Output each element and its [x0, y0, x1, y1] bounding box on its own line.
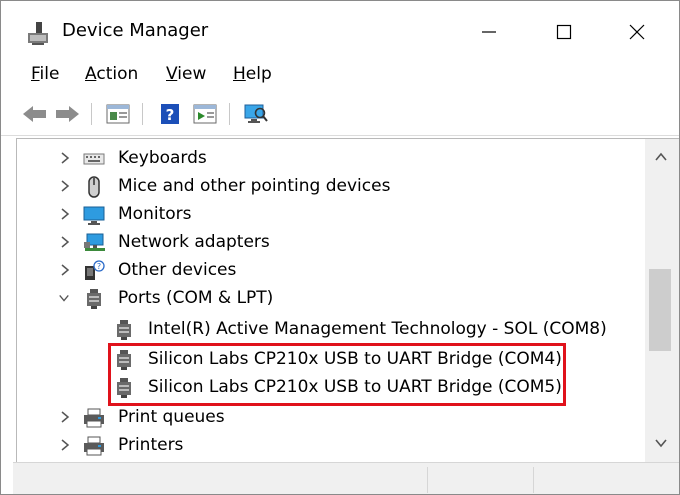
tree-item-label: Print queues — [118, 407, 225, 427]
toolbar-separator — [142, 103, 143, 125]
toolbar-separator — [229, 103, 230, 125]
svg-text:?: ? — [166, 106, 175, 124]
menu-file-rest: ile — [39, 64, 60, 84]
device-manager-icon — [26, 19, 54, 47]
chevron-right-icon[interactable] — [59, 179, 71, 193]
help-icon: ? — [161, 104, 179, 124]
update-driver-icon — [193, 104, 217, 124]
maximize-icon — [556, 24, 572, 40]
tree-item-keyboards[interactable]: Keyboards — [17, 144, 645, 172]
menu-action-accel: A — [85, 64, 97, 84]
device-tree: Keyboards Mice and other pointing device… — [16, 138, 645, 462]
close-button[interactable] — [601, 7, 673, 57]
keyboard-icon — [83, 153, 105, 165]
device-manager-window: Device Manager File Action View Help ? K… — [0, 0, 680, 495]
status-pane-divider — [533, 467, 534, 493]
menu-action[interactable]: Action — [85, 64, 138, 84]
toolbar-separator — [91, 103, 92, 125]
vertical-scrollbar[interactable] — [645, 138, 679, 462]
chevron-right-icon[interactable] — [59, 438, 71, 452]
window-title: Device Manager — [62, 20, 209, 41]
status-pane-divider — [427, 467, 428, 493]
close-icon — [629, 24, 645, 40]
forward-arrow-icon — [56, 106, 79, 122]
tree-item-label: Other devices — [118, 260, 237, 280]
tree-item-label: Keyboards — [118, 148, 207, 168]
printer-icon — [84, 436, 104, 456]
tree-item-label: Intel(R) Active Management Technology - … — [148, 319, 607, 339]
update-driver-button[interactable] — [191, 101, 219, 127]
menu-help-rest: elp — [245, 64, 272, 84]
tree-item-other-devices[interactable]: ? Other devices — [17, 256, 645, 284]
scroll-down-arrow-icon[interactable] — [653, 437, 669, 449]
maximize-button[interactable] — [528, 7, 600, 57]
back-button[interactable] — [21, 101, 49, 127]
menu-view-accel: V — [166, 64, 178, 84]
tree-item-label: Silicon Labs CP210x USB to UART Bridge (… — [148, 377, 562, 397]
properties-button[interactable] — [104, 101, 132, 127]
chevron-right-icon[interactable] — [59, 151, 71, 165]
scan-hardware-icon — [244, 104, 268, 123]
tree-item-label: Ports (COM & LPT) — [118, 288, 274, 308]
tree-item-silicon-labs-com5[interactable]: Silicon Labs CP210x USB to UART Bridge (… — [17, 373, 645, 401]
chevron-right-icon[interactable] — [59, 207, 71, 221]
svg-text:?: ? — [97, 262, 101, 271]
toolbar: ? — [1, 93, 679, 136]
help-button[interactable]: ? — [156, 101, 184, 127]
tree-item-intel-amt-sol-com8[interactable]: Intel(R) Active Management Technology - … — [17, 315, 645, 343]
scroll-up-arrow-icon[interactable] — [653, 151, 669, 163]
printer-icon — [84, 408, 104, 428]
tree-item-label: Network adapters — [118, 232, 270, 252]
tree-item-printers[interactable]: Printers — [17, 431, 645, 459]
tree-item-label: Silicon Labs CP210x USB to UART Bridge (… — [148, 349, 562, 369]
tree-item-network-adapters[interactable]: Network adapters — [17, 228, 645, 256]
tree-item-mice[interactable]: Mice and other pointing devices — [17, 172, 645, 200]
minimize-icon — [482, 31, 496, 33]
tree-item-ports[interactable]: Ports (COM & LPT) — [17, 284, 645, 312]
chevron-down-icon[interactable] — [58, 291, 70, 305]
menu-view[interactable]: View — [166, 64, 206, 84]
menu-bar: File Action View Help — [1, 57, 679, 91]
network-adapter-icon — [84, 233, 105, 251]
port-icon — [117, 350, 131, 370]
chevron-right-icon[interactable] — [59, 410, 71, 424]
menu-file[interactable]: File — [31, 64, 59, 84]
menu-action-rest: ction — [96, 64, 139, 84]
tree-item-label: Monitors — [118, 204, 192, 224]
properties-icon — [106, 104, 130, 124]
tree-item-label: Mice and other pointing devices — [118, 176, 391, 196]
tree-item-print-queues[interactable]: Print queues — [17, 403, 645, 431]
tree-item-silicon-labs-com4[interactable]: Silicon Labs CP210x USB to UART Bridge (… — [17, 345, 645, 373]
port-icon — [117, 378, 131, 398]
status-bar — [13, 462, 679, 494]
menu-view-rest: iew — [177, 64, 207, 84]
back-arrow-icon — [23, 106, 46, 122]
mouse-icon — [88, 176, 100, 198]
chevron-right-icon[interactable] — [59, 235, 71, 249]
menu-file-accel: F — [31, 64, 40, 84]
port-icon — [87, 289, 101, 309]
scan-hardware-button[interactable] — [242, 101, 270, 127]
other-devices-icon: ? — [85, 260, 105, 280]
tree-item-label: Printers — [118, 435, 184, 455]
forward-button[interactable] — [53, 101, 81, 127]
monitor-icon — [83, 206, 105, 225]
chevron-right-icon[interactable] — [59, 263, 71, 277]
scrollbar-thumb[interactable] — [649, 269, 671, 351]
menu-help[interactable]: Help — [233, 64, 272, 84]
minimize-button[interactable] — [453, 7, 525, 57]
menu-help-accel: H — [233, 64, 246, 84]
title-bar[interactable]: Device Manager — [1, 1, 679, 57]
tree-item-monitors[interactable]: Monitors — [17, 200, 645, 228]
port-icon — [117, 320, 131, 340]
